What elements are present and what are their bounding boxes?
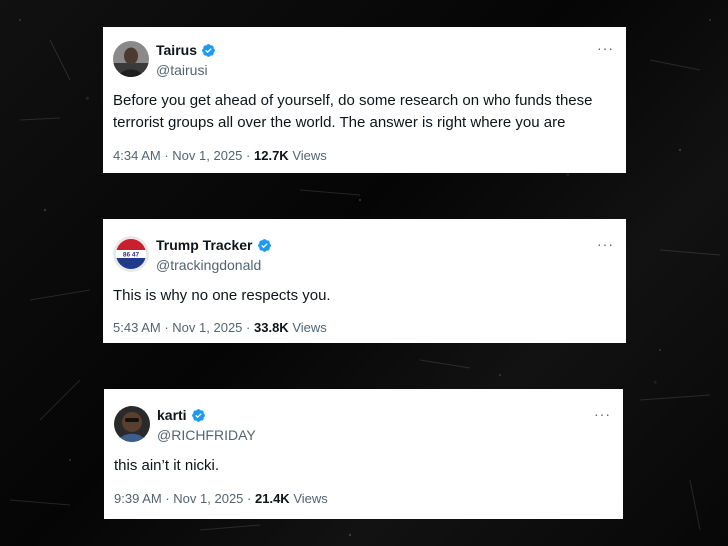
tweet-meta: 9:39 AM · Nov 1, 2025 · 21.4K Views [114, 491, 328, 506]
author-row: karti [157, 407, 206, 423]
tweet-text: Before you get ahead of yourself, do som… [113, 92, 593, 131]
tweet-card[interactable]: karti @RICHFRIDAY ··· this ain’t it nick… [104, 389, 623, 519]
meta-separator: · [246, 320, 251, 335]
avatar[interactable] [113, 41, 149, 77]
more-options-icon[interactable]: ··· [597, 41, 614, 55]
tweet-text: this ain’t it nicki. [114, 457, 220, 474]
author-row: Trump Tracker [156, 237, 272, 253]
tweet-date[interactable]: Nov 1, 2025 [172, 320, 242, 335]
avatar[interactable] [114, 406, 150, 442]
tweet-meta: 5:43 AM · Nov 1, 2025 · 33.8K Views [113, 320, 327, 335]
display-name[interactable]: karti [157, 407, 187, 423]
tweet-date[interactable]: Nov 1, 2025 [173, 491, 243, 506]
more-options-icon[interactable]: ··· [594, 407, 611, 421]
handle[interactable]: @trackingdonald [156, 257, 261, 273]
tweet-meta: 4:34 AM · Nov 1, 2025 · 12.7K Views [113, 148, 327, 163]
display-name[interactable]: Trump Tracker [156, 237, 253, 253]
views-count: 33.8K [254, 320, 289, 335]
background: Tairus @tairusi ··· Before you get ahead… [0, 0, 728, 546]
views-label: Views [293, 491, 328, 506]
views-label: Views [292, 148, 327, 163]
tweet-time[interactable]: 9:39 AM [114, 491, 162, 506]
verified-badge-icon [191, 408, 205, 422]
tweet-text: This is why no one respects you. [113, 287, 331, 304]
tweet-time[interactable]: 4:34 AM [113, 148, 161, 163]
meta-separator: · [164, 320, 169, 335]
verified-badge-icon [202, 43, 215, 57]
author-row: Tairus [156, 42, 216, 58]
tweet-card[interactable]: Tairus @tairusi ··· Before you get ahead… [103, 27, 626, 173]
tweet-date[interactable]: Nov 1, 2025 [172, 148, 242, 163]
meta-separator: · [165, 491, 170, 506]
views-count: 21.4K [255, 491, 290, 506]
handle[interactable]: @RICHFRIDAY [157, 427, 256, 443]
meta-separator: · [164, 148, 169, 163]
avatar[interactable]: 86 47 [113, 236, 149, 272]
views-label: Views [292, 320, 327, 335]
verified-badge-icon [257, 238, 271, 252]
more-options-icon[interactable]: ··· [597, 237, 614, 251]
tweet-time[interactable]: 5:43 AM [113, 320, 161, 335]
views-count: 12.7K [254, 148, 289, 163]
meta-separator: · [247, 491, 252, 506]
tweet-card[interactable]: 86 47 Trump Tracker @trackingdonald ··· … [103, 219, 626, 343]
avatar-text: 86 47 [123, 252, 140, 259]
display-name[interactable]: Tairus [156, 42, 197, 58]
meta-separator: · [246, 148, 251, 163]
handle[interactable]: @tairusi [156, 62, 208, 78]
